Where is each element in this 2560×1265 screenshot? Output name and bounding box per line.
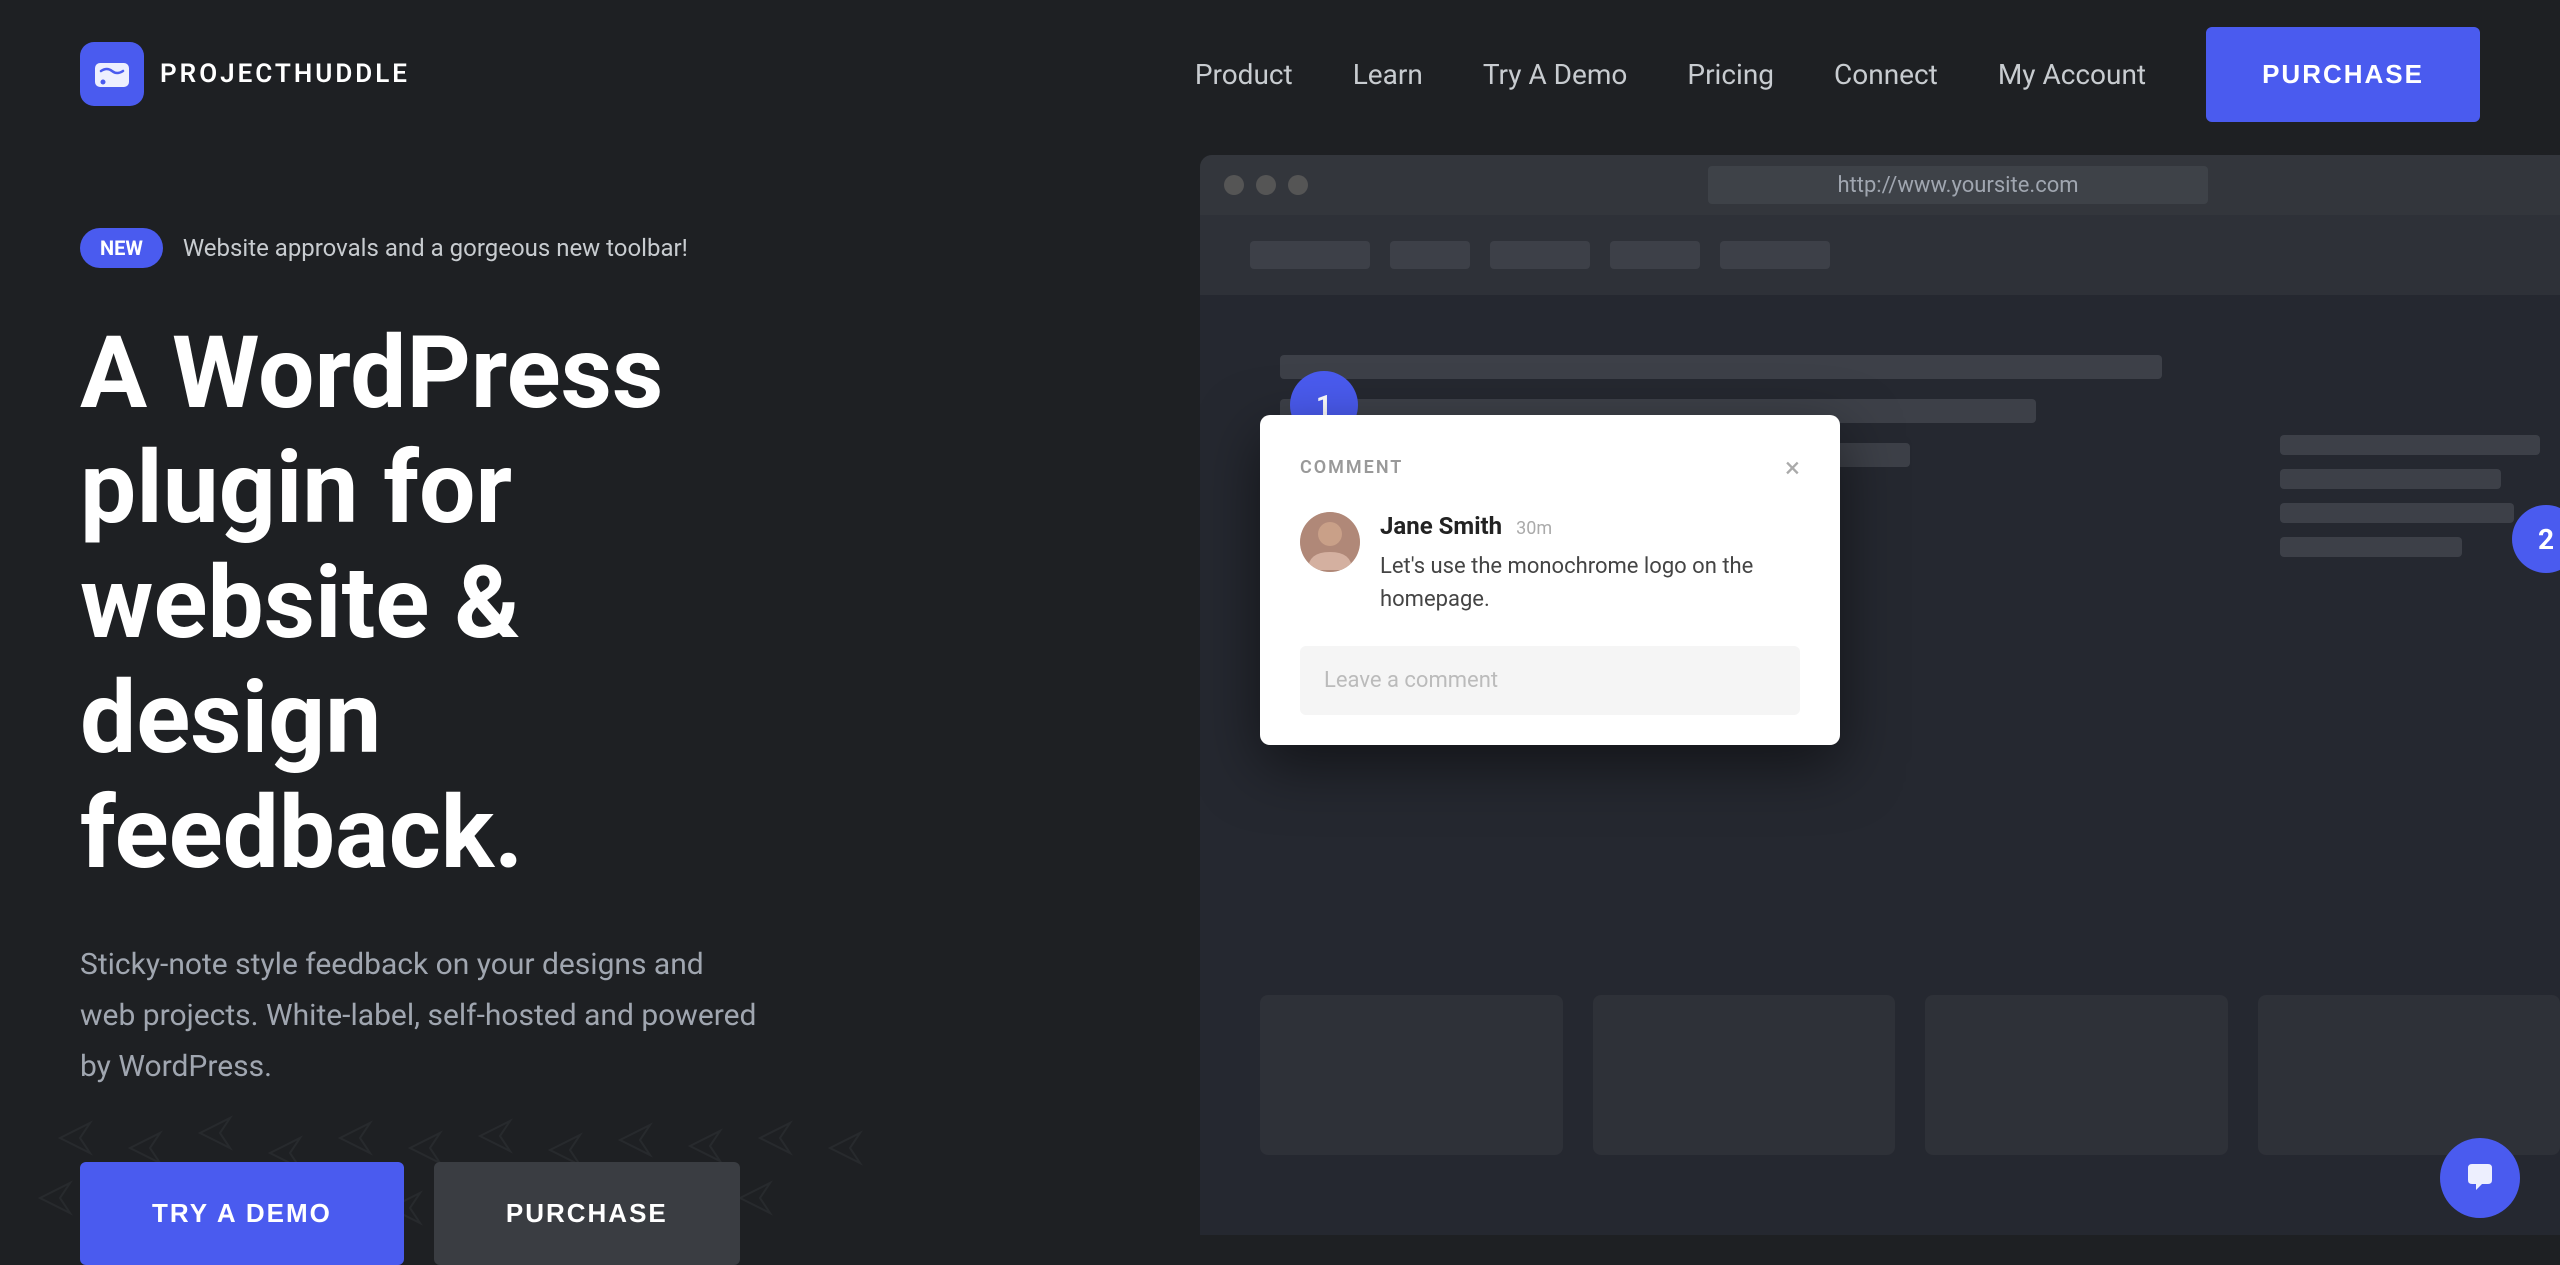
mock-block-4 (2280, 537, 2462, 557)
mock-block-2 (2280, 469, 2501, 489)
browser-dot-green (1288, 175, 1308, 195)
comment-close-button[interactable]: × (1785, 451, 1800, 484)
comment-time: 30m (1516, 518, 1552, 539)
hero-buttons: TRY A DEMO PURCHASE (80, 1162, 840, 1265)
mock-nav-1 (1250, 241, 1370, 269)
purchase-button[interactable]: PURCHASE (2206, 27, 2480, 122)
browser-bar: http://www.yoursite.com (1200, 155, 2560, 215)
mock-card-1 (1260, 995, 1563, 1155)
nav-link-learn[interactable]: Learn (1353, 58, 1423, 91)
mock-site-header (1200, 215, 2560, 295)
mock-nav-4 (1610, 241, 1700, 269)
new-badge: NEW (80, 228, 163, 268)
mock-block-3 (2280, 503, 2514, 523)
browser-url: http://www.yoursite.com (1708, 166, 2208, 204)
hero-subtitle: Sticky-note style feedback on your desig… (80, 939, 760, 1092)
comment-author-area: Jane Smith 30m Let's use the monochrome … (1380, 512, 1800, 616)
badge-row: NEW Website approvals and a gorgeous new… (80, 228, 840, 268)
comment-text: Let's use the monochrome logo on the hom… (1380, 550, 1800, 616)
mock-card-2 (1593, 995, 1896, 1155)
mock-card-4 (2258, 995, 2560, 1155)
logo-icon (80, 42, 144, 106)
hero-purchase-button[interactable]: PURCHASE (434, 1162, 740, 1265)
chat-bubble-button[interactable] (2440, 1138, 2520, 1218)
mock-bottom-cards (1260, 995, 2560, 1155)
hero-title: A WordPress plugin for website & design … (80, 316, 840, 891)
comment-author-row: Jane Smith 30m (1380, 512, 1800, 540)
try-a-demo-button[interactable]: TRY A DEMO (80, 1162, 404, 1265)
comment-input-area[interactable]: Leave a comment (1300, 646, 1800, 715)
comment-avatar (1300, 512, 1360, 572)
comment-body: Jane Smith 30m Let's use the monochrome … (1300, 512, 1800, 616)
browser-mockup: http://www.yoursite.com 1 (1200, 155, 2560, 1235)
mock-right-blocks (2280, 435, 2540, 557)
nav-link-connect[interactable]: Connect (1834, 58, 1938, 91)
navbar: PROJECTHUDDLE Product Learn Try A Demo P… (0, 0, 2560, 148)
mock-block-1 (2280, 435, 2540, 455)
hero-left: NEW Website approvals and a gorgeous new… (80, 228, 840, 1265)
mock-line-1 (1280, 355, 2162, 379)
comment-input-placeholder: Leave a comment (1324, 668, 1498, 693)
nav-link-my-account[interactable]: My Account (1998, 58, 2146, 91)
comment-author-name: Jane Smith (1380, 512, 1502, 540)
comment-popup: COMMENT × Jane Smith 30m Let's us (1260, 415, 1840, 745)
mock-card-3 (1925, 995, 2228, 1155)
logo-area: PROJECTHUDDLE (80, 42, 410, 106)
mock-nav-2 (1390, 241, 1470, 269)
badge-text: Website approvals and a gorgeous new too… (183, 234, 688, 262)
nav-link-product[interactable]: Product (1195, 58, 1293, 91)
comment-popup-header: COMMENT × (1300, 451, 1800, 484)
browser-content: 1 2 COMMENT × (1200, 215, 2560, 1235)
mock-nav-5 (1720, 241, 1830, 269)
nav-links: Product Learn Try A Demo Pricing Connect… (1195, 58, 2146, 91)
comment-label: COMMENT (1300, 457, 1403, 478)
mock-nav-3 (1490, 241, 1590, 269)
logo-text: PROJECTHUDDLE (160, 59, 410, 89)
nav-link-pricing[interactable]: Pricing (1687, 58, 1774, 91)
browser-dot-red (1224, 175, 1244, 195)
nav-link-try-a-demo[interactable]: Try A Demo (1483, 58, 1628, 91)
browser-dot-yellow (1256, 175, 1276, 195)
